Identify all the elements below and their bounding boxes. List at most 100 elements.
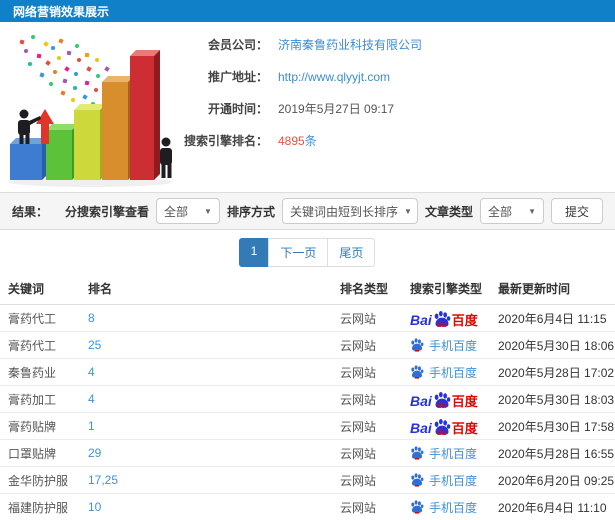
rank-type-cell: 云网站	[340, 500, 377, 515]
rank-type-cell: 云网站	[340, 365, 377, 380]
growth-chart-graphic	[8, 35, 172, 187]
info-label: 推广地址：	[207, 70, 268, 84]
info-value[interactable]: 济南秦鲁药业科技有限公司	[278, 36, 422, 53]
baidu-logo: Bai du 百度	[410, 418, 478, 435]
article-type-select[interactable]: 全部 ▼	[479, 198, 544, 224]
table-row: 膏药代工 25 云网站 Bai du 百度	[0, 332, 615, 359]
table-row: 膏药贴牌 1 云网站 Bai du 百度 2020年5月30日 17:58	[0, 413, 615, 440]
engine-type-cell: Bai du 百度	[402, 391, 490, 408]
rank-link[interactable]: 1	[88, 419, 95, 433]
table-row: 膏药代工 8 云网站 Bai du 百度 2020年6月4日 11:15	[0, 305, 615, 332]
article-type-label: 文章类型	[424, 204, 473, 219]
filter-controls: 分搜索引擎查看 全部 ▼ 排序方式 关键词由短到长排序 ▼ 文章类型 全部 ▼ …	[65, 198, 603, 224]
page-current[interactable]: 1	[238, 238, 270, 267]
rank-link[interactable]: 10	[88, 500, 101, 514]
bar-orange	[102, 76, 134, 180]
baidu-paw-icon: du	[433, 310, 451, 327]
info-value: 4895	[278, 133, 305, 148]
update-time-cell: 2020年6月4日 11:15	[498, 311, 607, 326]
company-info: 会员公司： 济南秦鲁药业科技有限公司 推广地址： http://www.qlyy…	[168, 36, 422, 164]
rank-type-cell: 云网站	[340, 446, 377, 461]
update-time-cell: 2020年6月4日 11:10	[498, 500, 607, 515]
info-label: 开通时间：	[207, 102, 268, 116]
sort-filter-value: 关键词由短到长排序	[289, 204, 398, 219]
mobile-baidu-badge: 手机百度	[410, 499, 477, 516]
company-info-row: 开通时间： 2019年5月27日 09:17	[168, 100, 422, 117]
baidu-paw-icon: du	[433, 391, 451, 408]
rank-type-cell: 云网站	[340, 338, 377, 353]
chevron-down-icon: ▼	[204, 206, 212, 216]
titlebar: 网络营销效果展示	[0, 0, 615, 22]
col-header-keyword: 关键词	[8, 282, 45, 296]
rank-link[interactable]: 25	[88, 338, 101, 352]
col-header-rank: 排名	[88, 282, 113, 296]
baidu-logo: Bai du 百度	[410, 310, 478, 327]
mobile-baidu-badge: 手机百度	[410, 364, 477, 381]
mobile-baidu-paw-icon	[411, 365, 424, 379]
keyword-cell: 膏药贴牌	[8, 419, 57, 434]
mobile-baidu-paw-icon	[411, 473, 424, 487]
bar-red	[130, 50, 160, 180]
mobile-baidu-paw-icon	[411, 446, 424, 460]
rank-type-cell: 云网站	[340, 419, 377, 434]
keyword-cell: 秦鲁药业	[8, 365, 57, 380]
update-time-cell: 2020年5月28日 17:02	[498, 365, 615, 380]
keyword-cell: 福建防护服	[8, 500, 69, 515]
baidu-cn-text: 百度	[451, 420, 478, 435]
rank-link[interactable]: 4	[88, 365, 95, 379]
table-body: 膏药代工 8 云网站 Bai du 百度 2020年6月4日 11:15 膏药代…	[0, 305, 615, 520]
baidu-bai-text: Bai	[410, 392, 432, 408]
company-info-row: 推广地址： http://www.qlyyjt.com	[168, 68, 422, 85]
keyword-cell: 金华防护服	[8, 473, 69, 488]
page-next[interactable]: 下一页	[268, 238, 329, 267]
info-suffix: 条	[304, 134, 317, 148]
baidu-bai-text: Bai	[410, 311, 432, 327]
table-row: 口罩贴牌 29 云网站 Bai du 百度	[0, 440, 615, 467]
sort-filter-select[interactable]: 关键词由短到长排序 ▼	[281, 198, 418, 224]
mobile-baidu-label: 手机百度	[429, 446, 478, 461]
mobile-baidu-label: 手机百度	[429, 338, 478, 353]
info-label: 搜索引擎排名：	[183, 134, 268, 148]
engine-filter-select[interactable]: 全部 ▼	[155, 198, 220, 224]
table-row: 膏药加工 4 云网站 Bai du 百度 2020年5月30日 18:03	[0, 386, 615, 413]
mobile-baidu-paw-icon	[411, 500, 424, 514]
table-row: 金华防护服 17,25 云网站 Bai du 百度	[0, 467, 615, 494]
col-header-engine-type: 搜索引擎类型	[410, 282, 483, 296]
mobile-baidu-badge: 手机百度	[410, 472, 477, 489]
bar-chart-illustration	[2, 30, 177, 190]
rank-link[interactable]: 4	[88, 392, 95, 406]
col-header-rank-type: 排名类型	[340, 282, 389, 296]
update-time-cell: 2020年5月28日 16:55	[498, 446, 615, 461]
sort-filter-label: 排序方式	[226, 204, 275, 219]
page-last[interactable]: 尾页	[327, 238, 376, 267]
baidu-cn-text: 百度	[451, 312, 478, 327]
rank-link[interactable]: 8	[88, 311, 95, 325]
baidu-cn-text: 百度	[451, 393, 478, 408]
info-label: 会员公司：	[207, 38, 268, 52]
info-value: 2019年5月27日 09:17	[278, 102, 395, 116]
update-time-cell: 2020年5月30日 18:06	[498, 338, 615, 353]
baidu-logo: Bai du 百度	[410, 391, 478, 408]
engine-filter-label: 分搜索引擎查看	[64, 204, 149, 219]
result-label: 结果：	[12, 204, 49, 219]
rank-link[interactable]: 17,25	[88, 473, 118, 487]
engine-filter-value: 全部	[163, 204, 188, 219]
rank-link[interactable]: 29	[88, 446, 101, 460]
mobile-baidu-badge: 手机百度	[410, 337, 477, 354]
info-value[interactable]: http://www.qlyyjt.com	[278, 70, 390, 84]
engine-type-cell: Bai du 百度	[402, 445, 490, 462]
engine-type-cell: Bai du 百度	[402, 418, 490, 435]
engine-type-cell: Bai du 百度	[402, 364, 490, 381]
bar-yellow	[74, 104, 106, 180]
mobile-baidu-badge: 手机百度	[410, 445, 477, 462]
confetti-dots	[19, 35, 116, 106]
mobile-baidu-label: 手机百度	[429, 473, 478, 488]
submit-button[interactable]: 提交	[550, 198, 603, 224]
update-time-cell: 2020年6月20日 09:25	[498, 473, 615, 488]
bar-green	[46, 124, 78, 180]
app-window: 网络营销效果展示 会员公司： 济南秦鲁药业科技有限公司 推广地址： http:/…	[0, 0, 615, 520]
keyword-cell: 口罩贴牌	[8, 446, 57, 461]
rank-type-cell: 云网站	[340, 473, 377, 488]
rank-type-cell: 云网站	[340, 392, 377, 407]
baidu-du-text: du	[436, 319, 447, 327]
